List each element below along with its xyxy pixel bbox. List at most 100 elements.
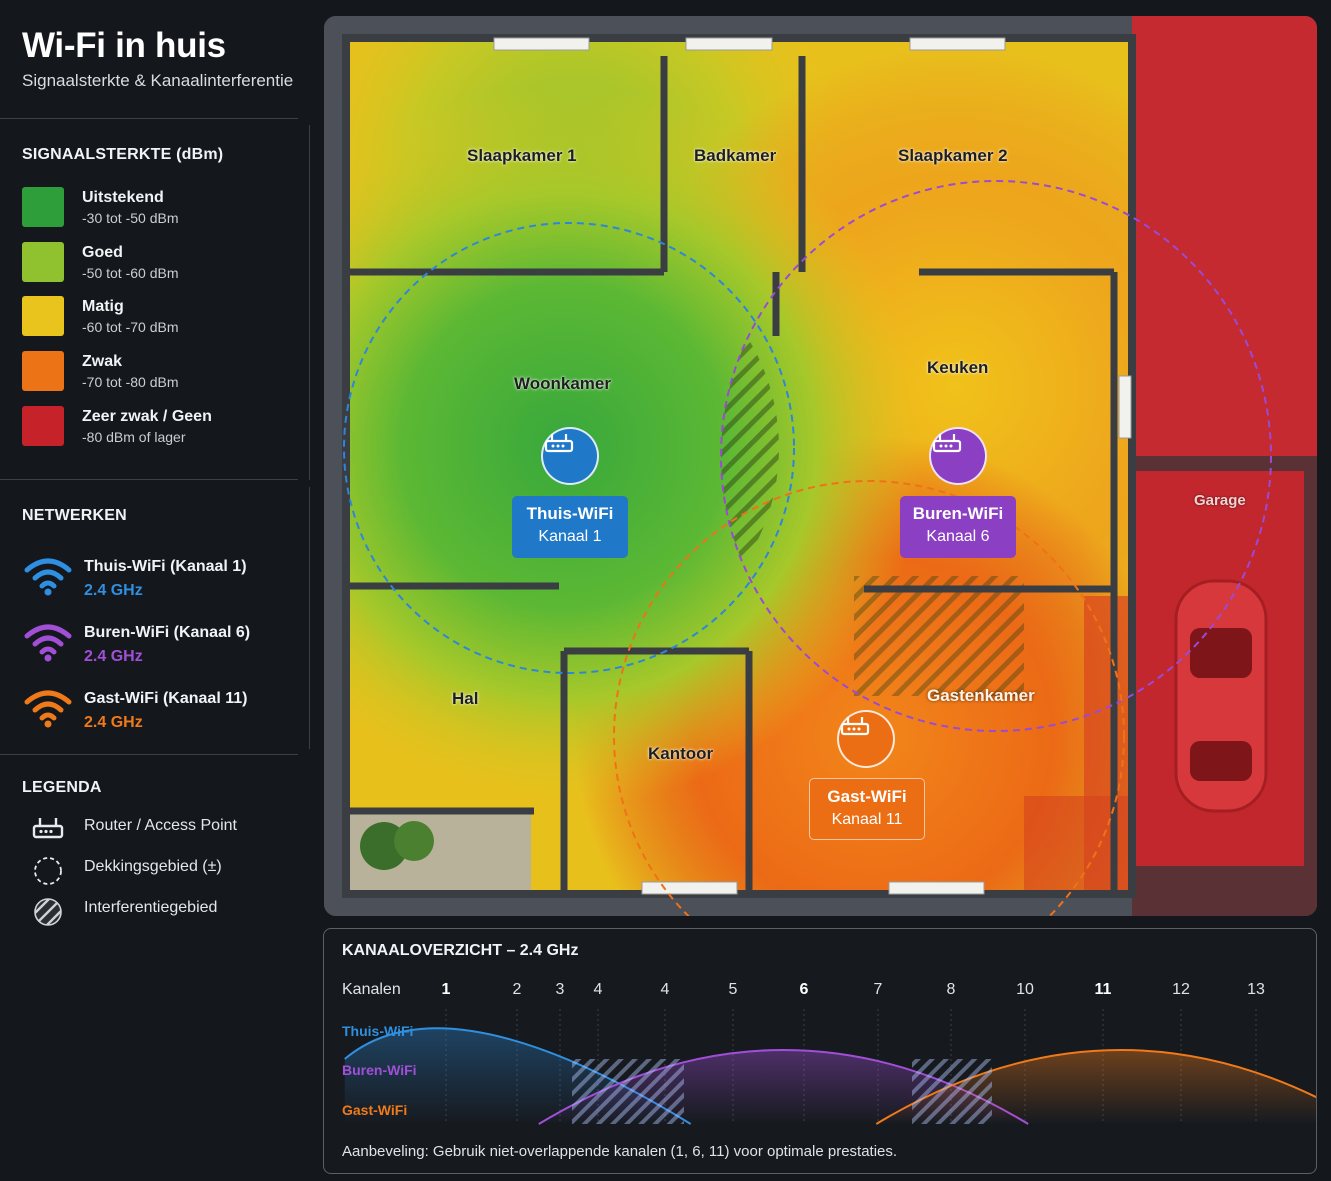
divider (0, 118, 298, 119)
router-icon (932, 434, 962, 453)
legend-range: -80 dBm of lager (82, 429, 186, 445)
channel-number: 2 (512, 981, 522, 998)
color-swatch (22, 296, 64, 336)
network-band: 2.4 GHz (84, 714, 143, 731)
color-swatch (22, 406, 64, 446)
legend-range: -60 tot -70 dBm (82, 319, 179, 335)
hatch-icon (34, 898, 62, 926)
router-name: Buren-WiFi (912, 504, 1004, 523)
channel-number: 12 (1172, 981, 1190, 998)
network-item-thuis[interactable]: Thuis-WiFi (Kanaal 1) 2.4 GHz (22, 556, 307, 606)
network-item-gast[interactable]: Gast-WiFi (Kanaal 11) 2.4 GHz (22, 688, 307, 738)
room-label-keuken: Keuken (927, 358, 989, 377)
room-label-slaapkamer-1: Slaapkamer 1 (467, 146, 577, 165)
key-item-coverage: Dekkingsgebied (±) (22, 851, 302, 885)
wifi-icon (24, 690, 72, 728)
legend-item-zeer-zwak: Zeer zwak / Geen -80 dBm of lager (22, 406, 302, 448)
sidebar: Wi-Fi in huis Signaalsterkte & Kanaalint… (0, 0, 312, 1181)
channel-overview-title: KANAALOVERZICHT – 2.4 GHz (342, 942, 579, 959)
recommendation-note: Aanbeveling: Gebruik niet-overlappende k… (342, 1143, 898, 1160)
wifi-icon (24, 558, 72, 596)
router-name: Thuis-WiFi (526, 504, 614, 523)
key-item-interference: Interferentiegebied (22, 892, 302, 926)
network-name: Buren-WiFi (Kanaal 6) (84, 624, 251, 641)
color-swatch (22, 351, 64, 391)
router-icon (32, 818, 64, 839)
channel-number: 7 (873, 981, 883, 998)
legend-label: Uitstekend (82, 189, 164, 206)
channel-number: 10 (1016, 981, 1034, 998)
overlap-hatch (572, 1059, 684, 1124)
channel-chart (344, 1009, 1316, 1125)
channel-number: 13 (1247, 981, 1265, 998)
key-heading: LEGENDA (22, 779, 102, 796)
router-channel: Kanaal 11 (831, 811, 903, 828)
legend-item-uitstekend: Uitstekend -30 tot -50 dBm (22, 187, 302, 229)
color-swatch (22, 187, 64, 227)
legend-label: Zeer zwak / Geen (82, 408, 212, 425)
channel-number: 8 (946, 981, 956, 998)
series-label-thuis: Thuis-WiFi (342, 1023, 414, 1039)
channel-number: 6 (799, 981, 809, 998)
key-label: Router / Access Point (84, 817, 237, 834)
room-label-garage: Garage (1194, 492, 1246, 509)
series-label-gast: Gast-WiFi (342, 1102, 408, 1118)
channel-axis-label: Kanalen (342, 981, 401, 998)
router-tag-thuis: Thuis-WiFi Kanaal 1 (512, 496, 628, 558)
router-tag-gast: Gast-WiFi Kanaal 11 (809, 778, 925, 840)
color-swatch (22, 242, 64, 282)
legend-label: Goed (82, 244, 123, 261)
channel-number: 5 (728, 981, 738, 998)
room-label-slaapkamer-2: Slaapkamer 2 (898, 146, 1008, 165)
channel-number: 1 (441, 981, 451, 998)
legend-range: -50 tot -60 dBm (82, 265, 179, 281)
divider (0, 479, 298, 480)
channel-number: 4 (660, 981, 670, 998)
router-icon-gast[interactable] (837, 710, 895, 768)
router-channel: Kanaal 6 (926, 528, 990, 545)
overlap-hatch (912, 1059, 992, 1124)
channel-number: 11 (1094, 981, 1112, 998)
router-tag-buren: Buren-WiFi Kanaal 6 (900, 496, 1016, 558)
legend-range: -30 tot -50 dBm (82, 210, 179, 226)
legend-label: Zwak (82, 353, 123, 370)
room-label-kantoor: Kantoor (648, 744, 714, 763)
networks-heading: NETWERKEN (22, 507, 127, 524)
floorplan-panel: Slaapkamer 1 Badkamer Slaapkamer 2 Woonk… (324, 16, 1317, 916)
signal-legend-heading: SIGNAALSTERKTE (dBm) (22, 146, 224, 163)
series-label-buren: Buren-WiFi (342, 1062, 417, 1078)
legend-range: -70 tot -80 dBm (82, 374, 179, 390)
key-item-router: Router / Access Point (22, 810, 302, 844)
network-band: 2.4 GHz (84, 582, 143, 599)
page-title: Wi-Fi in huis (22, 26, 226, 65)
router-icon-thuis[interactable] (541, 427, 599, 485)
sidebar-divider (309, 487, 310, 749)
sidebar-divider (309, 125, 310, 480)
network-name: Gast-WiFi (Kanaal 11) (84, 690, 248, 707)
room-label-gastenkamer: Gastenkamer (927, 686, 1035, 705)
room-label-woonkamer: Woonkamer (514, 374, 611, 393)
key-label: Dekkingsgebied (±) (84, 858, 222, 875)
legend-item-zwak: Zwak -70 tot -80 dBm (22, 351, 302, 393)
page-subtitle: Signaalsterkte & Kanaalinterferentie (22, 71, 294, 90)
divider (0, 754, 298, 755)
router-channel: Kanaal 1 (538, 528, 602, 545)
network-name: Thuis-WiFi (Kanaal 1) (84, 558, 247, 575)
legend-item-goed: Goed -50 tot -60 dBm (22, 242, 302, 284)
router-icon-buren[interactable] (929, 427, 987, 485)
channel-number: 4 (593, 981, 603, 998)
network-band: 2.4 GHz (84, 648, 143, 665)
room-label-badkamer: Badkamer (694, 146, 777, 165)
key-label: Interferentiegebied (84, 899, 218, 916)
network-item-buren[interactable]: Buren-WiFi (Kanaal 6) 2.4 GHz (22, 622, 307, 672)
room-label-hal: Hal (452, 689, 479, 708)
legend-label: Matig (82, 298, 124, 315)
channel-number: 3 (555, 981, 565, 998)
legend-item-matig: Matig -60 tot -70 dBm (22, 296, 302, 338)
router-name: Gast-WiFi (827, 787, 907, 806)
router-icon (840, 717, 870, 736)
channel-overview-panel: KANAALOVERZICHT – 2.4 GHz Kanalen 123445… (323, 928, 1317, 1174)
dashed-circle-icon (34, 857, 62, 885)
wifi-icon (24, 624, 72, 662)
router-icon (544, 434, 574, 453)
